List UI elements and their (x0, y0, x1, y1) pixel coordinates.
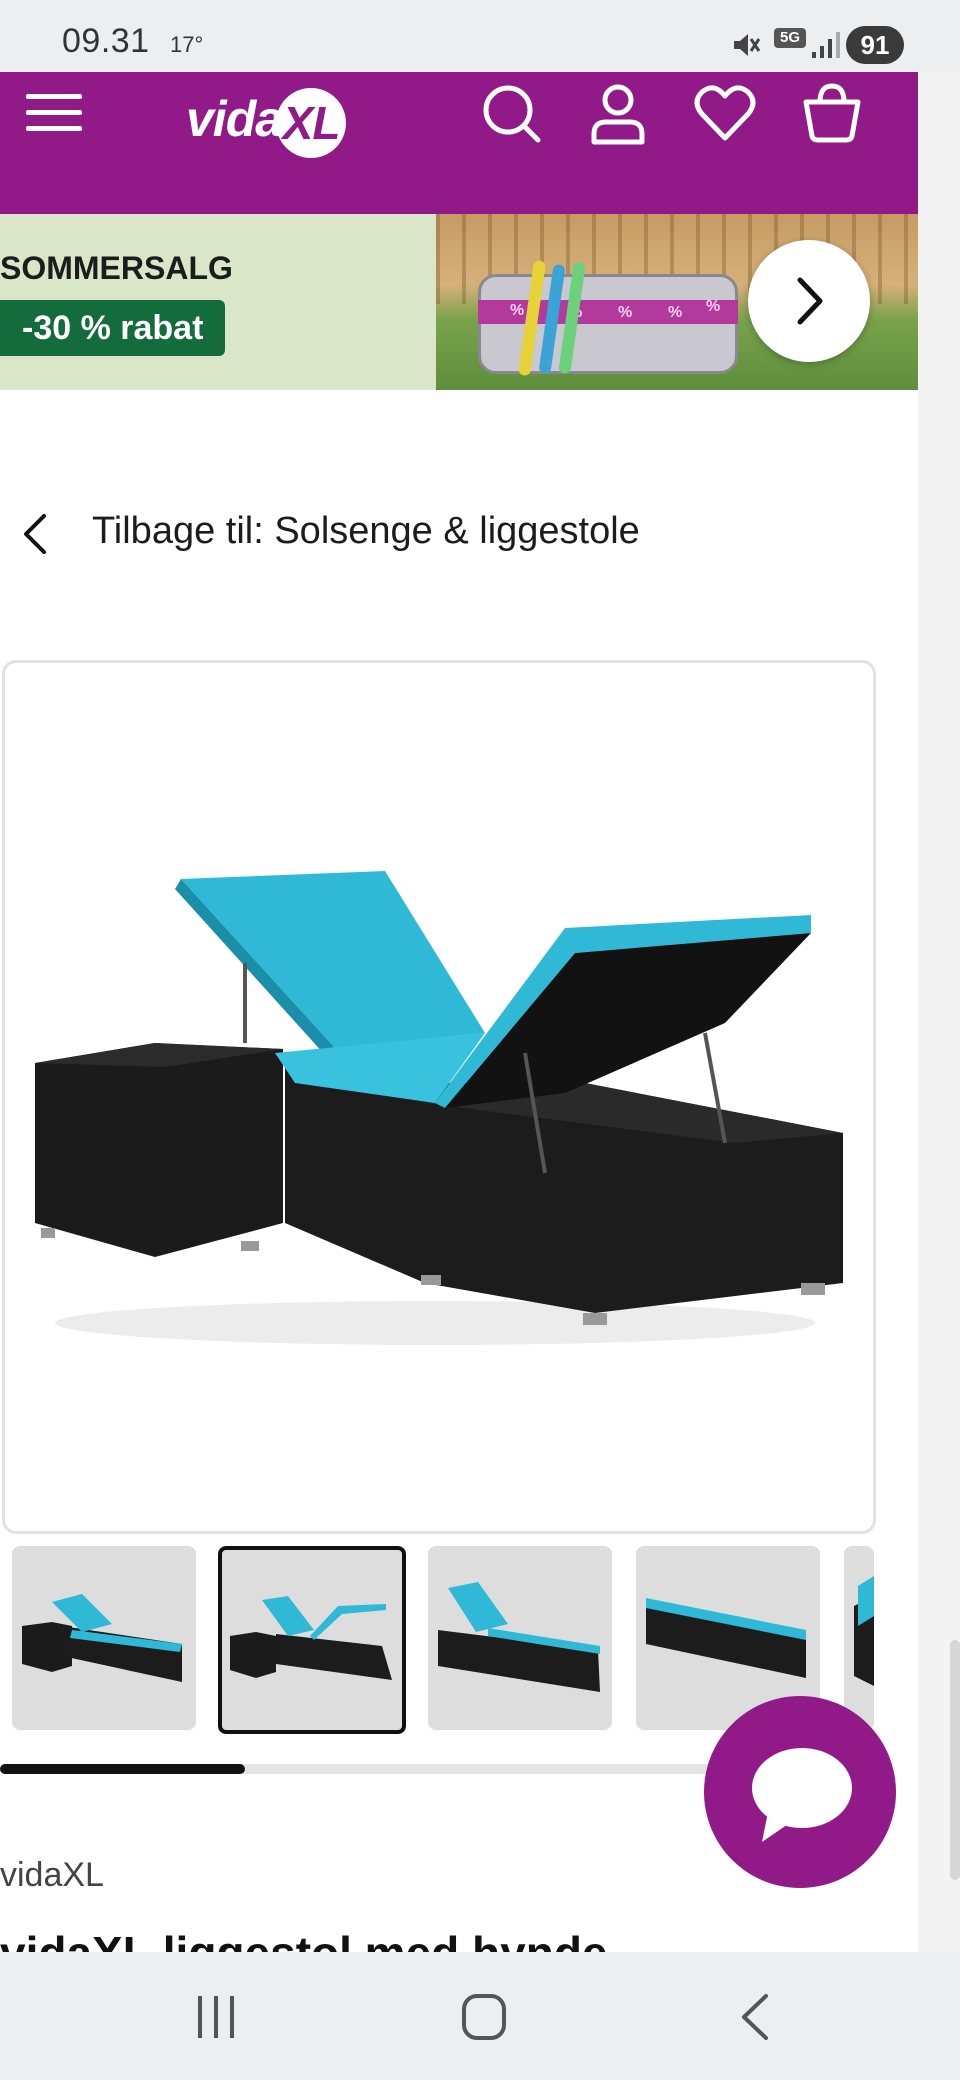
site-header (0, 72, 918, 214)
pool-mark-5: % (706, 298, 721, 315)
product-main-image[interactable] (2, 660, 876, 1534)
search-icon[interactable] (480, 82, 544, 146)
back-link-label[interactable]: Tilbage til: Solsenge & liggestole (92, 510, 640, 553)
menu-icon[interactable] (24, 88, 86, 138)
thumbnail-image (22, 1594, 182, 1682)
chevron-left-icon[interactable] (18, 512, 52, 556)
gallery-progress-fill (0, 1764, 245, 1774)
network-indicator: 5G (774, 28, 806, 62)
thumbnail-3[interactable] (428, 1546, 612, 1730)
thumbnail-image (438, 1582, 600, 1692)
thumbnail-2[interactable] (218, 1546, 406, 1734)
battery-indicator: 91 (846, 26, 904, 64)
home-icon[interactable] (460, 1990, 510, 2044)
thumbnail-image (230, 1596, 392, 1680)
back-nav-icon[interactable] (736, 1990, 776, 2044)
logo-xl-mark: XL (276, 88, 347, 158)
recent-apps-icon[interactable] (192, 1992, 242, 2042)
status-time: 09.31 (62, 22, 150, 60)
thumbnail-1[interactable] (12, 1546, 196, 1730)
account-icon[interactable] (590, 82, 646, 146)
banner-title: SOMMERSALG (0, 250, 233, 286)
scrollbar[interactable] (950, 1640, 960, 1880)
network-label: 5G (774, 28, 806, 48)
status-temperature: 17° (170, 32, 204, 57)
cart-icon[interactable] (800, 80, 864, 144)
chat-button[interactable] (704, 1696, 896, 1888)
product-brand[interactable]: vidaXL (0, 1856, 104, 1895)
wishlist-icon[interactable] (694, 84, 756, 142)
pool-mark-3: % (618, 304, 633, 321)
banner-pool-image (478, 274, 738, 374)
vidaxl-logo[interactable]: vidaXL (186, 88, 347, 158)
pool-mark-1: % (510, 302, 525, 319)
chat-bubble-icon (752, 1748, 852, 1842)
lounger-illustration (35, 871, 843, 1345)
pool-mark-4: % (668, 304, 683, 321)
discount-badge: -30 % rabat (0, 300, 226, 356)
chevron-right-icon (797, 277, 823, 325)
banner-next-button[interactable] (748, 240, 870, 362)
mute-icon (734, 34, 761, 56)
signal-icon (812, 32, 840, 58)
logo-text: vida (186, 91, 283, 148)
